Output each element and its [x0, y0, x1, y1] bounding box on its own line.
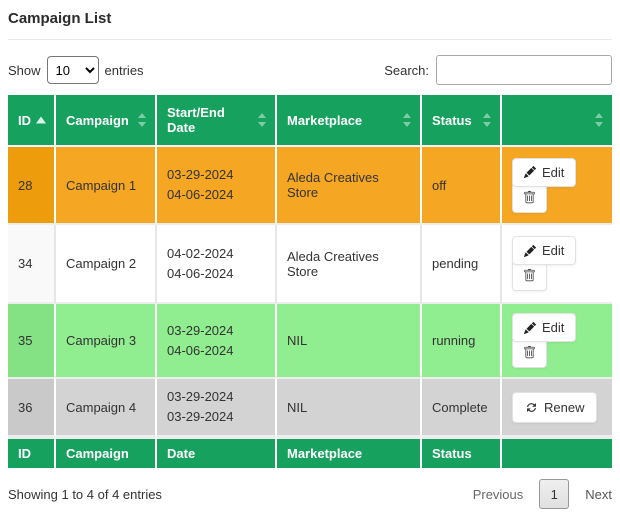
table-row: 28 Campaign 1 03-29-2024 04-06-2024 Aled…: [8, 147, 612, 225]
renew-button[interactable]: Renew: [512, 392, 597, 423]
entries-label: entries: [105, 63, 144, 78]
footer-actions: [502, 437, 612, 468]
sort-both-icon: [137, 113, 147, 127]
footer-date: Date: [157, 437, 277, 468]
pencil-icon: [524, 322, 536, 334]
header-campaign[interactable]: Campaign: [56, 95, 157, 147]
cell-actions: Renew: [502, 379, 612, 437]
search-control: Search:: [384, 55, 612, 85]
footer-row: ID Campaign Date Marketplace Status: [8, 437, 612, 468]
footer-marketplace: Marketplace: [277, 437, 422, 468]
end-date: 04-06-2024: [167, 341, 265, 361]
end-date: 04-06-2024: [167, 264, 265, 284]
cell-marketplace: Aleda Creatives Store: [277, 225, 422, 304]
cell-id: 34: [8, 225, 56, 304]
cell-dates: 03-29-2024 04-06-2024: [157, 147, 277, 225]
start-date: 03-29-2024: [167, 387, 265, 407]
cell-actions: Edit: [502, 225, 612, 304]
cell-campaign: Campaign 4: [56, 379, 157, 437]
header-marketplace[interactable]: Marketplace: [277, 95, 422, 147]
campaign-list-page: Campaign List Show 10 entries Search: ID: [0, 0, 620, 518]
header-id[interactable]: ID: [8, 95, 56, 147]
cell-id: 28: [8, 147, 56, 225]
table-controls: Show 10 entries Search:: [8, 55, 612, 85]
sort-both-icon: [594, 113, 604, 127]
cell-marketplace: NIL: [277, 379, 422, 437]
show-label: Show: [8, 63, 41, 78]
previous-button[interactable]: Previous: [473, 487, 524, 502]
pencil-icon: [524, 245, 536, 257]
table-row: 35 Campaign 3 03-29-2024 04-06-2024 NIL …: [8, 304, 612, 379]
entries-summary: Showing 1 to 4 of 4 entries: [8, 487, 162, 502]
header-status[interactable]: Status: [422, 95, 502, 147]
end-date: 04-06-2024: [167, 185, 265, 205]
cell-dates: 04-02-2024 04-06-2024: [157, 225, 277, 304]
page-size-select[interactable]: 10: [47, 56, 99, 84]
cell-status: off: [422, 147, 502, 225]
header-actions[interactable]: [502, 95, 612, 147]
table-footer-header: ID Campaign Date Marketplace Status: [8, 437, 612, 468]
refresh-icon: [525, 401, 538, 414]
footer-campaign: Campaign: [56, 437, 157, 468]
sort-both-icon: [482, 113, 492, 127]
cell-status: Complete: [422, 379, 502, 437]
cell-status: running: [422, 304, 502, 379]
header-row: ID Campaign Start/End Date Marketplace S…: [8, 95, 612, 147]
start-date: 03-29-2024: [167, 321, 265, 341]
cell-actions: Edit: [502, 304, 612, 379]
next-button[interactable]: Next: [585, 487, 612, 502]
cell-dates: 03-29-2024 03-29-2024: [157, 379, 277, 437]
header-date[interactable]: Start/End Date: [157, 95, 277, 147]
page-title: Campaign List: [8, 10, 612, 27]
footer-id: ID: [8, 437, 56, 468]
search-label: Search:: [384, 63, 429, 78]
table-body: 28 Campaign 1 03-29-2024 04-06-2024 Aled…: [8, 147, 612, 437]
edit-button[interactable]: Edit: [512, 158, 576, 187]
table-info-bar: Showing 1 to 4 of 4 entries Previous 1 N…: [8, 478, 612, 510]
cell-dates: 03-29-2024 04-06-2024: [157, 304, 277, 379]
sort-both-icon: [257, 113, 267, 127]
footer-status: Status: [422, 437, 502, 468]
sort-both-icon: [402, 113, 412, 127]
cell-id: 35: [8, 304, 56, 379]
sort-asc-icon: [36, 117, 46, 124]
cell-campaign: Campaign 2: [56, 225, 157, 304]
table-row: 36 Campaign 4 03-29-2024 03-29-2024 NIL …: [8, 379, 612, 437]
table-header: ID Campaign Start/End Date Marketplace S…: [8, 95, 612, 147]
cell-campaign: Campaign 1: [56, 147, 157, 225]
trash-icon: [523, 346, 536, 359]
trash-icon: [523, 269, 536, 282]
pencil-icon: [524, 166, 536, 178]
cell-id: 36: [8, 379, 56, 437]
cell-status: pending: [422, 225, 502, 304]
trash-icon: [523, 191, 536, 204]
campaign-table: ID Campaign Start/End Date Marketplace S…: [8, 95, 612, 468]
edit-button[interactable]: Edit: [512, 313, 576, 342]
page-length-control: Show 10 entries: [8, 56, 144, 84]
cell-actions: Edit: [502, 147, 612, 225]
search-input[interactable]: [436, 55, 612, 85]
cell-marketplace: Aleda Creatives Store: [277, 147, 422, 225]
edit-button[interactable]: Edit: [512, 236, 576, 265]
table-row: 34 Campaign 2 04-02-2024 04-06-2024 Aled…: [8, 225, 612, 304]
divider: [8, 39, 612, 40]
start-date: 03-29-2024: [167, 165, 265, 185]
start-date: 04-02-2024: [167, 244, 265, 264]
cell-campaign: Campaign 3: [56, 304, 157, 379]
end-date: 03-29-2024: [167, 407, 265, 427]
cell-marketplace: NIL: [277, 304, 422, 379]
